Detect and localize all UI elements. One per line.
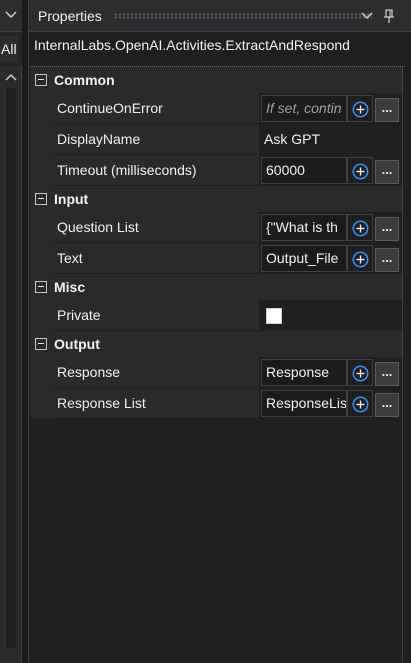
property-row-continueonerror[interactable]: ContinueOnError If set, contin ...: [31, 93, 403, 124]
property-name: Timeout (milliseconds): [52, 155, 259, 186]
property-name: Response: [52, 357, 259, 388]
category-label: Output: [54, 336, 100, 352]
plus-circle-icon: [352, 163, 369, 180]
category-label: Misc: [54, 279, 86, 295]
property-row-question-list[interactable]: Question List {"What is th ...: [31, 212, 403, 243]
plus-circle-icon: [352, 101, 369, 118]
ellipsis-button[interactable]: ...: [375, 217, 399, 241]
timeout-input[interactable]: 60000: [261, 157, 347, 184]
ellipsis-button[interactable]: ...: [375, 362, 399, 386]
plus-circle-button[interactable]: [347, 214, 373, 241]
plus-circle-icon: [352, 365, 369, 382]
plus-circle-button[interactable]: [347, 157, 373, 184]
collapse-icon[interactable]: [35, 281, 47, 293]
left-scrollbar-thumb[interactable]: [6, 88, 16, 648]
plus-circle-icon: [352, 396, 369, 413]
plus-circle-icon: [352, 251, 369, 268]
property-value: If set, contin ...: [259, 93, 403, 124]
category-common[interactable]: Common: [31, 67, 403, 93]
response-list-input[interactable]: ResponseLis: [261, 390, 347, 417]
ellipsis-button[interactable]: ...: [375, 160, 399, 184]
left-panel-header: [0, 0, 22, 32]
category-label: Common: [54, 72, 115, 88]
property-name: Private: [52, 300, 259, 331]
property-row-response-list[interactable]: Response List ResponseLis ...: [31, 388, 403, 419]
question-list-input[interactable]: {"What is th: [261, 214, 347, 241]
panel-title: Properties: [38, 8, 102, 24]
ellipsis-button[interactable]: ...: [375, 98, 399, 122]
chevron-up-icon[interactable]: [4, 71, 18, 83]
property-value: [259, 300, 403, 331]
activity-type-name: InternalLabs.OpenAI.Activities.ExtractAn…: [34, 37, 350, 53]
property-name: DisplayName: [52, 124, 259, 155]
category-misc[interactable]: Misc: [31, 274, 403, 300]
ellipsis-button[interactable]: ...: [375, 393, 399, 417]
property-name: Response List: [52, 388, 259, 419]
ellipsis-button[interactable]: ...: [375, 248, 399, 272]
left-panel-strip: All: [0, 0, 22, 663]
properties-titlebar[interactable]: Properties: [29, 0, 411, 32]
text-input[interactable]: Output_File: [261, 245, 347, 272]
property-name: ContinueOnError: [52, 93, 259, 124]
plus-circle-button[interactable]: [347, 359, 373, 386]
titlebar-grip[interactable]: [114, 13, 372, 19]
property-row-timeout[interactable]: Timeout (milliseconds) 60000 ...: [31, 155, 403, 186]
properties-panel: Properties InternalLabs.OpenAI.Activitie…: [28, 0, 411, 663]
left-tab-all[interactable]: All: [0, 36, 18, 62]
chevron-down-icon[interactable]: [4, 8, 18, 22]
category-label: Input: [54, 191, 89, 207]
plus-circle-icon: [352, 220, 369, 237]
plus-circle-button[interactable]: [347, 245, 373, 272]
displayname-value[interactable]: Ask GPT: [264, 124, 320, 155]
property-row-text[interactable]: Text Output_File ...: [31, 243, 403, 274]
property-value: Output_File ...: [259, 243, 403, 274]
collapse-icon[interactable]: [35, 338, 47, 350]
response-input[interactable]: Response: [261, 359, 347, 386]
property-row-private[interactable]: Private: [31, 300, 403, 331]
property-value[interactable]: Ask GPT: [259, 124, 403, 155]
collapse-icon[interactable]: [35, 74, 47, 86]
property-name: Question List: [52, 212, 259, 243]
category-input[interactable]: Input: [31, 186, 403, 212]
private-checkbox[interactable]: [266, 308, 282, 324]
category-output[interactable]: Output: [31, 331, 403, 357]
property-name: Text: [52, 243, 259, 274]
property-row-response[interactable]: Response Response ...: [31, 357, 403, 388]
continueonerror-input[interactable]: If set, contin: [261, 95, 347, 122]
plus-circle-button[interactable]: [347, 390, 373, 417]
property-value: Response ...: [259, 357, 403, 388]
property-grid: Common ContinueOnError If set, contin ..…: [31, 67, 403, 419]
property-value: ResponseLis ...: [259, 388, 403, 419]
property-value: 60000 ...: [259, 155, 403, 186]
collapse-icon[interactable]: [35, 193, 47, 205]
plus-circle-button[interactable]: [347, 95, 373, 122]
dropdown-icon[interactable]: [359, 8, 375, 24]
grid-scrollbar[interactable]: [402, 67, 406, 663]
left-scrollbar[interactable]: [0, 66, 22, 663]
pin-icon[interactable]: [381, 8, 397, 24]
property-row-displayname[interactable]: DisplayName Ask GPT: [31, 124, 403, 155]
property-value: {"What is th ...: [259, 212, 403, 243]
